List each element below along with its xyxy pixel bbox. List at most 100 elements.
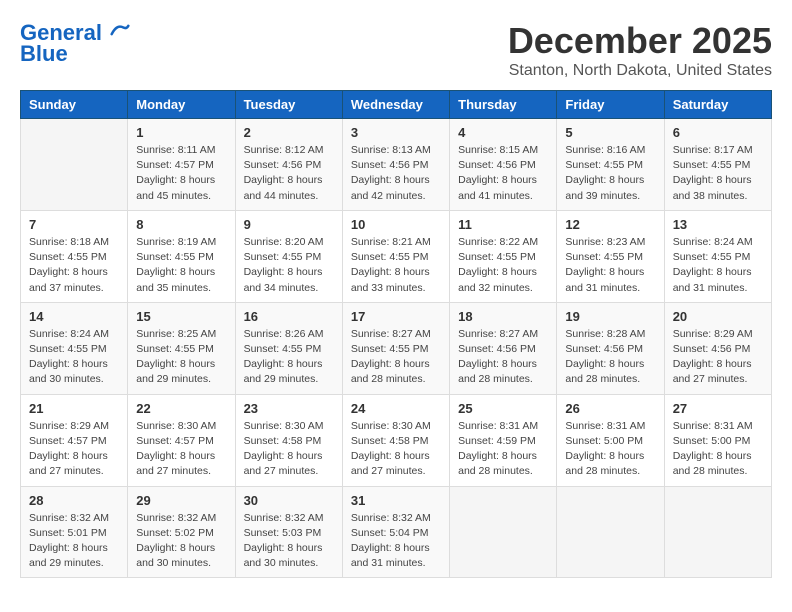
calendar-cell: 8 Sunrise: 8:19 AMSunset: 4:55 PMDaylight… (128, 210, 235, 302)
calendar-cell: 24Sunrise: 8:30 AMSunset: 4:58 PMDayligh… (342, 394, 449, 486)
day-number: 23 (244, 401, 334, 416)
day-header-sunday: Sunday (21, 91, 128, 119)
calendar-cell (21, 119, 128, 211)
calendar-cell: 5 Sunrise: 8:16 AMSunset: 4:55 PMDaylight… (557, 119, 664, 211)
calendar-body: 1Sunrise: 8:11 AMSunset: 4:57 PMDaylight… (21, 119, 772, 578)
logo-icon (110, 20, 130, 40)
week-row-4: 21Sunrise: 8:29 AMSunset: 4:57 PMDayligh… (21, 394, 772, 486)
week-row-3: 14 Sunrise: 8:24 AMSunset: 4:55 PMDayligh… (21, 302, 772, 394)
calendar-cell: 20 Sunrise: 8:29 AMSunset: 4:56 PMDayligh… (664, 302, 771, 394)
calendar-cell: 3 Sunrise: 8:13 AMSunset: 4:56 PMDaylight… (342, 119, 449, 211)
title-area: December 2025 Stanton, North Dakota, Uni… (508, 20, 772, 80)
calendar-cell: 2 Sunrise: 8:12 AMSunset: 4:56 PMDaylight… (235, 119, 342, 211)
cell-sun-info: Sunrise: 8:17 AMSunset: 4:55 PMDaylight:… (673, 143, 763, 204)
calendar-cell: 22 Sunrise: 8:30 AMSunset: 4:57 PMDayligh… (128, 394, 235, 486)
cell-sun-info: Sunrise: 8:24 AMSunset: 4:55 PMDaylight:… (673, 235, 763, 296)
cell-sun-info: Sunrise: 8:32 AMSunset: 5:03 PMDaylight:… (244, 511, 334, 572)
week-row-1: 1Sunrise: 8:11 AMSunset: 4:57 PMDaylight… (21, 119, 772, 211)
day-number: 31 (351, 493, 441, 508)
cell-sun-info: Sunrise: 8:16 AMSunset: 4:55 PMDaylight:… (565, 143, 655, 204)
cell-sun-info: Sunrise: 8:30 AMSunset: 4:58 PMDaylight:… (351, 419, 441, 480)
calendar-cell (664, 486, 771, 578)
calendar-cell: 6 Sunrise: 8:17 AMSunset: 4:55 PMDaylight… (664, 119, 771, 211)
day-number: 29 (136, 493, 226, 508)
page-header: General Blue December 2025 Stanton, Nort… (20, 20, 772, 80)
calendar-cell: 28 Sunrise: 8:32 AMSunset: 5:01 PMDayligh… (21, 486, 128, 578)
calendar-header-row: SundayMondayTuesdayWednesdayThursdayFrid… (21, 91, 772, 119)
day-number: 14 (29, 309, 119, 324)
cell-sun-info: Sunrise: 8:13 AMSunset: 4:56 PMDaylight:… (351, 143, 441, 204)
calendar-cell: 14 Sunrise: 8:24 AMSunset: 4:55 PMDayligh… (21, 302, 128, 394)
calendar-cell: 9Sunrise: 8:20 AMSunset: 4:55 PMDaylight… (235, 210, 342, 302)
cell-sun-info: Sunrise: 8:30 AMSunset: 4:58 PMDaylight:… (244, 419, 334, 480)
day-number: 6 (673, 125, 763, 140)
calendar-cell: 21Sunrise: 8:29 AMSunset: 4:57 PMDayligh… (21, 394, 128, 486)
day-number: 8 (136, 217, 226, 232)
cell-sun-info: Sunrise: 8:31 AMSunset: 5:00 PMDaylight:… (565, 419, 655, 480)
day-number: 11 (458, 217, 548, 232)
cell-sun-info: Sunrise: 8:28 AMSunset: 4:56 PMDaylight:… (565, 327, 655, 388)
cell-sun-info: Sunrise: 8:32 AMSunset: 5:02 PMDaylight:… (136, 511, 226, 572)
week-row-2: 7Sunrise: 8:18 AMSunset: 4:55 PMDaylight… (21, 210, 772, 302)
cell-sun-info: Sunrise: 8:24 AMSunset: 4:55 PMDaylight:… (29, 327, 119, 388)
day-header-tuesday: Tuesday (235, 91, 342, 119)
calendar-cell: 17 Sunrise: 8:27 AMSunset: 4:55 PMDayligh… (342, 302, 449, 394)
cell-sun-info: Sunrise: 8:18 AMSunset: 4:55 PMDaylight:… (29, 235, 119, 296)
week-row-5: 28 Sunrise: 8:32 AMSunset: 5:01 PMDayligh… (21, 486, 772, 578)
day-number: 15 (136, 309, 226, 324)
day-number: 16 (244, 309, 334, 324)
calendar-cell: 12 Sunrise: 8:23 AMSunset: 4:55 PMDayligh… (557, 210, 664, 302)
calendar-cell: 10Sunrise: 8:21 AMSunset: 4:55 PMDayligh… (342, 210, 449, 302)
calendar-cell: 18 Sunrise: 8:27 AMSunset: 4:56 PMDayligh… (450, 302, 557, 394)
day-number: 25 (458, 401, 548, 416)
cell-sun-info: Sunrise: 8:27 AMSunset: 4:56 PMDaylight:… (458, 327, 548, 388)
month-title: December 2025 (508, 20, 772, 62)
cell-sun-info: Sunrise: 8:12 AMSunset: 4:56 PMDaylight:… (244, 143, 334, 204)
day-header-thursday: Thursday (450, 91, 557, 119)
day-number: 17 (351, 309, 441, 324)
calendar-cell: 7Sunrise: 8:18 AMSunset: 4:55 PMDaylight… (21, 210, 128, 302)
day-header-saturday: Saturday (664, 91, 771, 119)
calendar-cell: 4Sunrise: 8:15 AMSunset: 4:56 PMDaylight… (450, 119, 557, 211)
cell-sun-info: Sunrise: 8:27 AMSunset: 4:55 PMDaylight:… (351, 327, 441, 388)
day-number: 22 (136, 401, 226, 416)
day-number: 30 (244, 493, 334, 508)
cell-sun-info: Sunrise: 8:31 AMSunset: 4:59 PMDaylight:… (458, 419, 548, 480)
calendar-cell: 25 Sunrise: 8:31 AMSunset: 4:59 PMDayligh… (450, 394, 557, 486)
day-number: 18 (458, 309, 548, 324)
day-number: 28 (29, 493, 119, 508)
cell-sun-info: Sunrise: 8:29 AMSunset: 4:56 PMDaylight:… (673, 327, 763, 388)
cell-sun-info: Sunrise: 8:30 AMSunset: 4:57 PMDaylight:… (136, 419, 226, 480)
day-number: 20 (673, 309, 763, 324)
day-header-monday: Monday (128, 91, 235, 119)
day-number: 27 (673, 401, 763, 416)
day-number: 2 (244, 125, 334, 140)
location-subtitle: Stanton, North Dakota, United States (508, 62, 772, 80)
calendar-cell: 30 Sunrise: 8:32 AMSunset: 5:03 PMDayligh… (235, 486, 342, 578)
cell-sun-info: Sunrise: 8:32 AMSunset: 5:04 PMDaylight:… (351, 511, 441, 572)
calendar-cell: 13 Sunrise: 8:24 AMSunset: 4:55 PMDayligh… (664, 210, 771, 302)
calendar-cell: 15Sunrise: 8:25 AMSunset: 4:55 PMDayligh… (128, 302, 235, 394)
calendar-cell: 29 Sunrise: 8:32 AMSunset: 5:02 PMDayligh… (128, 486, 235, 578)
cell-sun-info: Sunrise: 8:26 AMSunset: 4:55 PMDaylight:… (244, 327, 334, 388)
calendar-cell: 19Sunrise: 8:28 AMSunset: 4:56 PMDayligh… (557, 302, 664, 394)
day-number: 1 (136, 125, 226, 140)
cell-sun-info: Sunrise: 8:32 AMSunset: 5:01 PMDaylight:… (29, 511, 119, 572)
day-number: 3 (351, 125, 441, 140)
day-number: 26 (565, 401, 655, 416)
logo: General Blue (20, 20, 130, 67)
day-number: 13 (673, 217, 763, 232)
calendar-cell: 31 Sunrise: 8:32 AMSunset: 5:04 PMDayligh… (342, 486, 449, 578)
calendar-cell: 26 Sunrise: 8:31 AMSunset: 5:00 PMDayligh… (557, 394, 664, 486)
calendar-cell: 1Sunrise: 8:11 AMSunset: 4:57 PMDaylight… (128, 119, 235, 211)
calendar-table: SundayMondayTuesdayWednesdayThursdayFrid… (20, 90, 772, 578)
cell-sun-info: Sunrise: 8:23 AMSunset: 4:55 PMDaylight:… (565, 235, 655, 296)
calendar-cell (557, 486, 664, 578)
cell-sun-info: Sunrise: 8:19 AMSunset: 4:55 PMDaylight:… (136, 235, 226, 296)
calendar-cell: 11Sunrise: 8:22 AMSunset: 4:55 PMDayligh… (450, 210, 557, 302)
day-number: 10 (351, 217, 441, 232)
calendar-cell: 16 Sunrise: 8:26 AMSunset: 4:55 PMDayligh… (235, 302, 342, 394)
day-number: 9 (244, 217, 334, 232)
day-number: 12 (565, 217, 655, 232)
day-number: 5 (565, 125, 655, 140)
